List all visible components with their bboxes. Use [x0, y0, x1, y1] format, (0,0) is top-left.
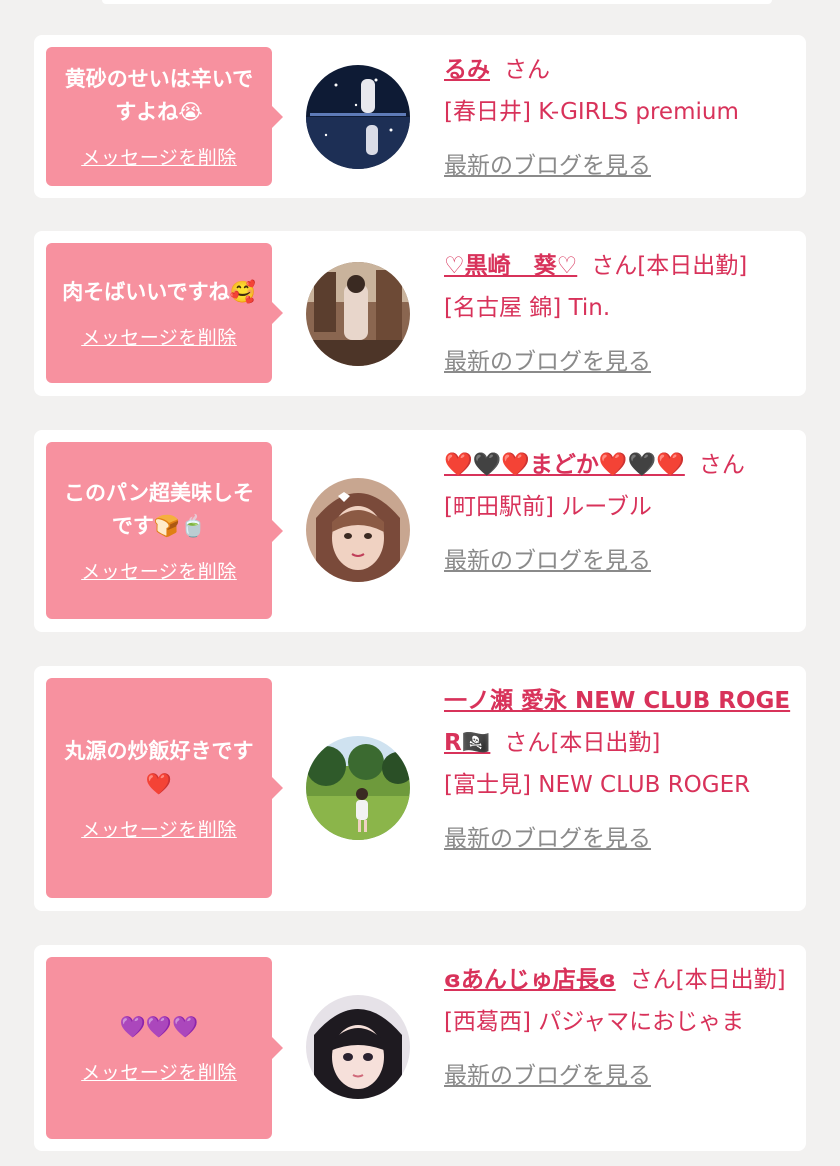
message-text: 黄砂のせいは辛いですよね😭 — [64, 67, 254, 124]
message-card: このパン超美味しそです🍞🍵 メッセージを削除 ❤️🖤❤️まどか❤️🖤❤️ さん [… — [34, 430, 806, 632]
avatar[interactable] — [306, 262, 410, 366]
delete-message-link[interactable]: メッセージを削除 — [81, 143, 237, 170]
view-blog-link[interactable]: 最新のブログを見る — [444, 1055, 651, 1097]
view-blog-link[interactable]: 最新のブログを見る — [444, 145, 651, 187]
avatar[interactable] — [306, 995, 410, 1099]
girl-name-link[interactable]: ♡黒崎 葵♡ — [444, 253, 577, 279]
avatar-photo — [306, 262, 410, 366]
honorific: さん — [698, 452, 745, 478]
message-bubble: 黄砂のせいは辛いですよね😭 メッセージを削除 — [46, 47, 283, 186]
avatar[interactable] — [306, 736, 410, 840]
message-text: 💜💜💜 — [119, 1015, 199, 1039]
honorific: さん — [504, 730, 551, 756]
previous-card-edge — [102, 0, 772, 4]
message-card: 肉そばいいですね🥰 メッセージを削除 ♡黒崎 葵♡ さん[本日出勤] [名古屋 錦… — [34, 231, 806, 396]
message-text: 肉そばいいですね🥰 — [62, 280, 256, 304]
avatar[interactable] — [306, 478, 410, 582]
message-bubble: 💜💜💜 メッセージを削除 — [46, 957, 283, 1139]
honorific: さん — [504, 57, 550, 83]
view-blog-link[interactable]: 最新のブログを見る — [444, 818, 651, 860]
girl-info: 一ノ瀬 愛永 NEW CLUB ROGER🏴‍☠️ さん[本日出勤] [富士見] … — [444, 680, 798, 860]
view-blog-link[interactable]: 最新のブログを見る — [444, 540, 651, 582]
avatar-photo — [306, 65, 410, 169]
delete-message-link[interactable]: メッセージを削除 — [81, 323, 237, 350]
girl-name-link[interactable]: ɞあんじゅ店長ɞ — [444, 967, 616, 993]
avatar-photo — [306, 995, 410, 1099]
message-text: 丸源の炒飯好きです❤️ — [64, 738, 254, 796]
girl-name-link[interactable]: ❤️🖤❤️まどか❤️🖤❤️ — [444, 452, 685, 478]
girl-info: ♡黒崎 葵♡ さん[本日出勤] [名古屋 錦] Tin. 最新のブログを見る — [444, 245, 798, 383]
honorific: さん — [629, 967, 676, 993]
shop-name: [春日井] K-GIRLS premium — [444, 99, 739, 125]
girl-info: るみ さん [春日井] K-GIRLS premium 最新のブログを見る — [444, 49, 798, 187]
attendance-tag: [本日出勤] — [550, 730, 661, 756]
avatar-photo — [306, 478, 410, 582]
avatar-photo — [306, 736, 410, 840]
message-bubble: 肉そばいいですね🥰 メッセージを削除 — [46, 243, 283, 383]
view-blog-link[interactable]: 最新のブログを見る — [444, 341, 651, 383]
shop-name: [町田駅前] ルーブル — [444, 494, 652, 520]
honorific: さん — [591, 253, 638, 279]
shop-name: [西葛西] パジャマにおじゃま — [444, 1009, 745, 1035]
girl-info: ❤️🖤❤️まどか❤️🖤❤️ さん [町田駅前] ルーブル 最新のブログを見る — [444, 444, 798, 582]
message-card: 💜💜💜 メッセージを削除 ɞあんじゅ店長ɞ さん[本日出勤] [西葛西] パジャマ… — [34, 945, 806, 1151]
shop-name: [富士見] NEW CLUB ROGER — [444, 772, 751, 798]
message-bubble: このパン超美味しそです🍞🍵 メッセージを削除 — [46, 442, 283, 619]
attendance-tag: [本日出勤] — [675, 967, 786, 993]
message-text: このパン超美味しそです🍞🍵 — [63, 481, 255, 538]
delete-message-link[interactable]: メッセージを削除 — [81, 557, 237, 584]
message-bubble: 丸源の炒飯好きです❤️ メッセージを削除 — [46, 678, 283, 898]
delete-message-link[interactable]: メッセージを削除 — [81, 1058, 237, 1085]
message-card: 丸源の炒飯好きです❤️ メッセージを削除 一ノ瀬 愛永 NEW CLUB ROG… — [34, 666, 806, 911]
shop-name: [名古屋 錦] Tin. — [444, 295, 611, 321]
message-card: 黄砂のせいは辛いですよね😭 メッセージを削除 るみ さん [春日井] K-GIRL… — [34, 35, 806, 198]
girl-name-link[interactable]: るみ — [444, 57, 490, 83]
attendance-tag: [本日出勤] — [637, 253, 748, 279]
delete-message-link[interactable]: メッセージを削除 — [81, 815, 237, 842]
girl-info: ɞあんじゅ店長ɞ さん[本日出勤] [西葛西] パジャマにおじゃま 最新のブログを… — [444, 959, 798, 1097]
avatar[interactable] — [306, 65, 410, 169]
